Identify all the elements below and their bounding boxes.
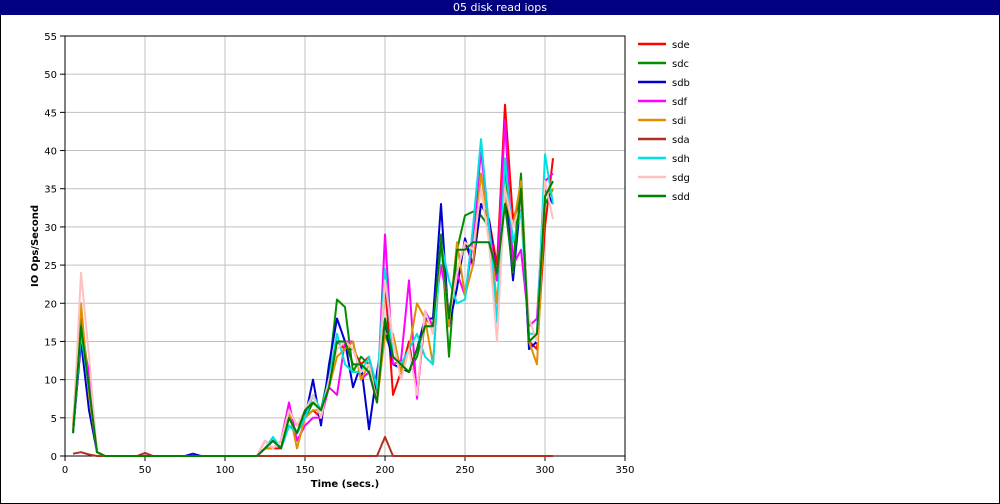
x-axis-label: Time (secs.) [311, 479, 380, 490]
x-tick-label: 0 [62, 465, 68, 476]
y-axis-label: IO Ops/Second [30, 205, 41, 287]
legend-label-sdf: sdf [672, 97, 688, 108]
legend-label-sdb: sdb [672, 78, 690, 89]
legend-label-sdg: sdg [672, 173, 690, 184]
y-tick-label: 55 [44, 32, 57, 43]
y-tick-label: 45 [44, 108, 57, 119]
x-tick-label: 200 [375, 465, 394, 476]
x-tick-label: 50 [139, 465, 152, 476]
y-axis: 0 5 10 15 20 25 30 35 40 45 50 55 [44, 32, 65, 463]
line-chart: 0 5 10 15 20 25 30 35 40 45 50 55 0 50 100 150 200 250 30… [30, 32, 690, 490]
y-tick-label: 25 [44, 261, 57, 272]
x-tick-label: 150 [295, 465, 314, 476]
legend-label-sdd: sdd [672, 192, 690, 203]
y-tick-label: 50 [44, 70, 57, 81]
legend-label-sdc: sdc [672, 59, 689, 70]
y-tick-label: 20 [44, 299, 57, 310]
legend-label-sdh: sdh [672, 154, 690, 165]
y-tick-label: 30 [44, 223, 57, 234]
x-tick-label: 350 [615, 465, 634, 476]
y-tick-label: 10 [44, 376, 57, 387]
legend-label-sde: sde [672, 40, 690, 51]
y-tick-label: 40 [44, 147, 57, 158]
x-tick-label: 100 [215, 465, 234, 476]
y-tick-label: 5 [51, 414, 57, 425]
y-tick-label: 0 [51, 452, 57, 463]
legend-label-sda: sda [672, 135, 690, 146]
x-tick-label: 250 [455, 465, 474, 476]
y-tick-label: 35 [44, 185, 57, 196]
legend: sde sdc sdb sdf sdi sda sdh sdg sdd [638, 40, 690, 203]
y-tick-label: 15 [44, 337, 57, 348]
x-tick-label: 300 [535, 465, 554, 476]
legend-label-sdi: sdi [672, 116, 686, 127]
x-axis: 0 50 100 150 200 250 300 350 [62, 456, 635, 476]
